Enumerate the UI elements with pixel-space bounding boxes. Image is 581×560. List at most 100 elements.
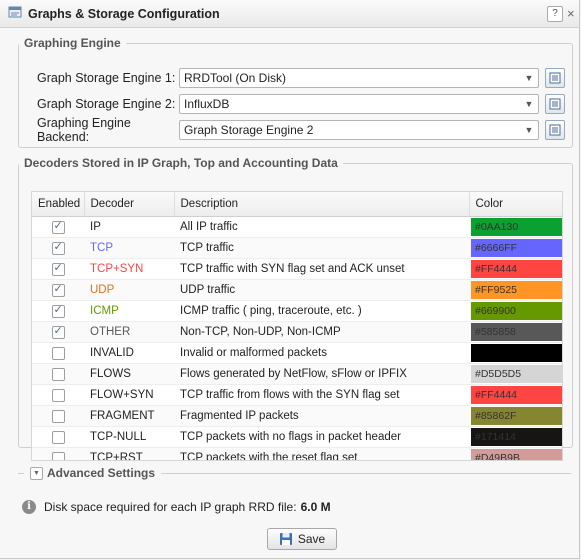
enabled-cell (32, 384, 84, 406)
disk-space-value: 6.0 M (300, 500, 331, 514)
chevron-down-icon[interactable]: ▼ (520, 69, 538, 87)
color-swatch[interactable]: #585858 (471, 323, 562, 341)
enabled-checkbox[interactable] (51, 219, 65, 234)
decoder-name-cell: IP (84, 216, 174, 238)
enabled-checkbox[interactable] (51, 324, 65, 339)
decoders-legend: Decoders Stored in IP Graph, Top and Acc… (24, 156, 338, 170)
table-row[interactable]: ICMPICMP traffic ( ping, traceroute, etc… (32, 300, 562, 322)
chevron-down-icon[interactable]: ▼ (520, 121, 538, 139)
decoder-name-cell: ICMP (84, 300, 174, 322)
color-swatch[interactable]: #FF4444 (471, 386, 562, 404)
table-row[interactable]: UDPUDP traffic#FF9525 (32, 279, 562, 301)
storage-engine-2-edit-button[interactable] (545, 94, 565, 114)
engine-backend-edit-button[interactable] (545, 120, 565, 140)
advanced-settings-label[interactable]: Advanced Settings (47, 466, 155, 480)
color-swatch[interactable]: #D5D5D5 (471, 365, 562, 383)
table-row[interactable]: INVALID Invalid or malformed packets (32, 342, 562, 364)
decoder-name-cell: OTHER (84, 321, 174, 343)
decoder-name-cell: FLOWS (84, 363, 174, 385)
table-row[interactable]: TCPTCP traffic#6666FF (32, 237, 562, 259)
decoders-table-body: IPAll IP traffic#0AA130TCPTCP traffic#66… (32, 216, 562, 460)
decoder-description-cell: TCP packets with no flags in packet head… (174, 426, 469, 448)
table-row[interactable]: FRAGMENT Fragmented IP packets #85862F (32, 405, 562, 427)
storage-engine-1-select[interactable]: RRDTool (On Disk) ▼ (179, 68, 539, 88)
color-cell: #D5D5D5 (469, 363, 562, 385)
storage-engine-2-select[interactable]: InfluxDB ▼ (179, 94, 539, 114)
help-button[interactable]: ? (547, 5, 563, 22)
decoder-description-cell: UDP traffic (174, 279, 469, 301)
enabled-checkbox[interactable] (51, 240, 65, 255)
storage-engine-2-value: InfluxDB (184, 97, 230, 111)
color-swatch[interactable]: #FF4444 (471, 260, 562, 278)
table-row[interactable]: IPAll IP traffic#0AA130 (32, 216, 562, 238)
decoder-description-cell: Invalid or malformed packets (174, 342, 469, 364)
decoder-name-cell: INVALID (84, 342, 174, 364)
divider (161, 472, 571, 474)
decoder-name-cell: TCP+SYN (84, 258, 174, 280)
config-window: Graphs & Storage Configuration ? × Graph… (0, 0, 580, 559)
color-swatch[interactable]: #171414 (471, 428, 562, 446)
color-swatch[interactable]: #D49B9B (471, 449, 562, 460)
column-header-description[interactable]: Description (174, 192, 470, 217)
color-swatch[interactable]: #6666FF (471, 239, 562, 257)
engine-row-storage-1: Graph Storage Engine 1: RRDTool (On Disk… (37, 67, 565, 89)
color-swatch[interactable]: #FF9525 (471, 281, 562, 299)
enabled-cell (32, 426, 84, 448)
storage-engine-2-label: Graph Storage Engine 2: (37, 97, 176, 111)
color-swatch[interactable]: #85862F (471, 407, 562, 425)
chevron-down-icon[interactable]: ▼ (520, 95, 538, 113)
enabled-cell (32, 363, 84, 385)
storage-engine-1-edit-button[interactable] (545, 68, 565, 88)
decoders-table-container[interactable]: Enabled Decoder Description Color IPAll … (31, 191, 563, 461)
column-header-color[interactable]: Color (469, 192, 562, 217)
decoders-fieldset: Decoders Stored in IP Graph, Top and Acc… (18, 156, 573, 461)
enabled-cell (32, 237, 84, 259)
color-cell: #85862F (469, 405, 562, 427)
graphing-engine-legend: Graphing Engine (24, 36, 121, 50)
enabled-checkbox[interactable] (51, 346, 65, 360)
color-swatch[interactable] (471, 344, 562, 362)
close-icon[interactable]: × (567, 6, 577, 21)
enabled-checkbox[interactable] (51, 282, 65, 297)
enabled-checkbox[interactable] (51, 261, 65, 276)
enabled-checkbox[interactable] (51, 430, 65, 444)
enabled-checkbox[interactable] (51, 451, 65, 460)
column-header-enabled[interactable]: Enabled (32, 192, 85, 217)
enabled-checkbox[interactable] (51, 388, 65, 402)
column-header-decoder[interactable]: Decoder (84, 192, 175, 217)
color-cell: #D49B9B (469, 447, 562, 460)
decoder-description-cell: Fragmented IP packets (174, 405, 469, 427)
decoder-description-cell: TCP packets with the reset flag set (174, 447, 469, 460)
expand-toggle-icon[interactable]: ▼ (30, 466, 43, 480)
floppy-disk-icon (279, 533, 292, 545)
enabled-cell (32, 300, 84, 322)
enabled-checkbox[interactable] (51, 367, 65, 381)
decoder-description-cell: Non-TCP, Non-UDP, Non-ICMP (174, 321, 469, 343)
title-bar: Graphs & Storage Configuration ? × (0, 0, 579, 28)
color-swatch[interactable]: #669900 (471, 302, 562, 320)
table-row[interactable]: OTHERNon-TCP, Non-UDP, Non-ICMP#585858 (32, 321, 562, 343)
table-row[interactable]: TCP-NULL TCP packets with no flags in pac… (32, 426, 562, 448)
table-row[interactable]: FLOW+SYN TCP traffic from flows with the … (32, 384, 562, 406)
enabled-cell (32, 447, 84, 460)
color-cell: #FF4444 (469, 384, 562, 406)
enabled-checkbox[interactable] (51, 303, 65, 318)
save-button[interactable]: Save (267, 528, 337, 550)
decoder-name-cell: TCP-NULL (84, 426, 174, 448)
color-cell: #FF9525 (469, 279, 562, 301)
window-title: Graphs & Storage Configuration (28, 6, 220, 21)
enabled-checkbox[interactable] (51, 409, 65, 423)
enabled-cell (32, 405, 84, 427)
table-row[interactable]: FLOWS Flows generated by NetFlow, sFlow o… (32, 363, 562, 385)
color-swatch[interactable]: #0AA130 (471, 218, 562, 236)
decoder-name-cell: TCP (84, 237, 174, 259)
table-row[interactable]: TCP+RST TCP packets with the reset flag s… (32, 447, 562, 460)
table-row[interactable]: TCP+SYNTCP traffic with SYN flag set and… (32, 258, 562, 280)
decoder-name-cell: UDP (84, 279, 174, 301)
color-cell: #6666FF (469, 237, 562, 259)
color-cell: #171414 (469, 426, 562, 448)
enabled-cell (32, 342, 84, 364)
engine-backend-select[interactable]: Graph Storage Engine 2 ▼ (179, 120, 539, 140)
color-cell: #669900 (469, 300, 562, 322)
decoder-description-cell: TCP traffic with SYN flag set and ACK un… (174, 258, 469, 280)
